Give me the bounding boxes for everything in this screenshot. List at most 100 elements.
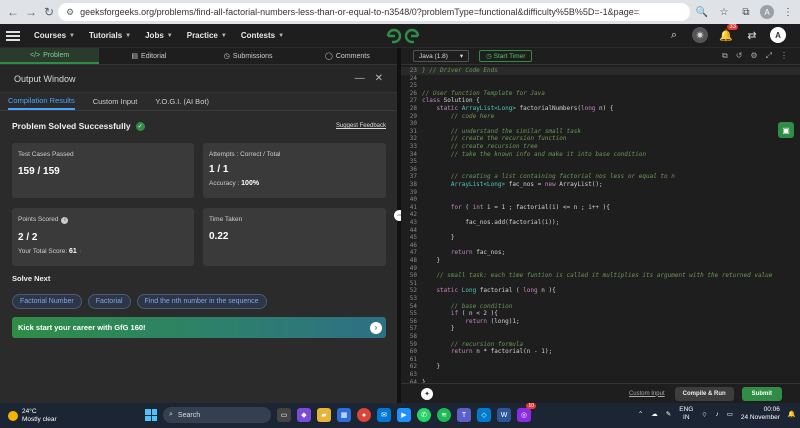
windows-start-icon[interactable] bbox=[145, 409, 157, 421]
code-line[interactable]: 60 return n * factorial(n - 1); bbox=[401, 348, 800, 356]
spotify-icon[interactable]: ≋ bbox=[437, 408, 451, 422]
user-avatar[interactable]: A bbox=[770, 27, 786, 43]
tab-yogi-ai-bot[interactable]: Y.O.G.I. (AI Bot) bbox=[155, 93, 209, 110]
nav-courses[interactable]: Courses ▼ bbox=[34, 31, 75, 40]
bell-icon[interactable]: 🔔 33 bbox=[718, 24, 738, 43]
chip-nth-number[interactable]: Find the nth number in the sequence bbox=[136, 294, 267, 309]
search-icon[interactable]: ⌕ bbox=[666, 27, 682, 43]
media-player-icon[interactable]: ▶ bbox=[397, 408, 411, 422]
code-line[interactable]: 52 static Long factorial ( long n ){ bbox=[401, 287, 800, 295]
code-line[interactable]: 40 bbox=[401, 196, 800, 204]
code-line[interactable]: 34 // take the known info and make it in… bbox=[401, 151, 800, 159]
code-line[interactable]: 35 bbox=[401, 158, 800, 166]
code-line[interactable]: 38 ArrayList<Long> fac_nos = new ArrayLi… bbox=[401, 181, 800, 189]
input-language[interactable]: ENG IN bbox=[679, 406, 693, 422]
zoom-icon[interactable]: 🔍 bbox=[694, 4, 710, 20]
code-line[interactable]: 39 bbox=[401, 189, 800, 197]
chrome-icon[interactable]: ● bbox=[357, 408, 371, 422]
promo-banner[interactable]: Kick start your career with GfG 160! › bbox=[12, 317, 386, 338]
reset-icon[interactable]: ↺ bbox=[736, 51, 743, 61]
word-icon[interactable]: W bbox=[497, 408, 511, 422]
code-line[interactable]: 33 // create recursion tree bbox=[401, 143, 800, 151]
gfg-logo[interactable] bbox=[385, 27, 421, 45]
tab-problem[interactable]: </> Problem bbox=[0, 48, 100, 64]
close-icon[interactable]: ✕ bbox=[375, 73, 383, 84]
code-line[interactable]: 61 bbox=[401, 356, 800, 364]
code-line[interactable]: 59 // recursion formula bbox=[401, 341, 800, 349]
hint-bulb-icon[interactable]: ✦ bbox=[421, 387, 433, 400]
code-line[interactable]: 58 bbox=[401, 333, 800, 341]
minimize-icon[interactable]: — bbox=[355, 73, 365, 84]
nav-practice[interactable]: Practice ▼ bbox=[187, 31, 227, 40]
teams-icon[interactable]: T bbox=[457, 408, 471, 422]
code-line[interactable]: 32 // create the recursion function bbox=[401, 135, 800, 143]
profile-avatar[interactable]: A bbox=[760, 5, 774, 19]
code-line[interactable]: 24 bbox=[401, 75, 800, 83]
task-view-icon[interactable]: ▭ bbox=[277, 408, 291, 422]
wifi-icon[interactable]: ⌔ bbox=[701, 410, 707, 419]
settings-icon[interactable]: ⚙ bbox=[750, 51, 757, 61]
code-line[interactable]: 48 } bbox=[401, 257, 800, 265]
pen-icon[interactable]: ✎ bbox=[666, 410, 671, 418]
address-bar[interactable]: ⚙ geeksforgeeks.org/problems/find-all-fa… bbox=[58, 3, 690, 21]
code-line[interactable]: 62 } bbox=[401, 363, 800, 371]
tab-editorial[interactable]: ▤ Editorial bbox=[99, 48, 198, 64]
bookmark-star-icon[interactable]: ☆ bbox=[716, 4, 732, 20]
back-icon[interactable]: ← bbox=[4, 3, 22, 21]
code-line[interactable]: 43 fac_nos.add(factorial(i)); bbox=[401, 219, 800, 227]
code-line[interactable]: 46 bbox=[401, 242, 800, 250]
code-line[interactable]: 55 if ( n < 2 ){ bbox=[401, 310, 800, 318]
code-line[interactable]: 41 for ( int i = 1 ; factorial(i) <= n ;… bbox=[401, 204, 800, 212]
code-line[interactable]: 23} // Driver Code Ends bbox=[401, 67, 800, 75]
extensions-icon[interactable]: ⧉ bbox=[738, 4, 754, 20]
code-line[interactable]: 26 // User function Template for Java bbox=[401, 90, 800, 98]
code-line[interactable]: 27 class Solution { bbox=[401, 97, 800, 105]
chevron-up-icon[interactable]: ⌃ bbox=[638, 410, 643, 418]
code-editor[interactable]: 23} // Driver Code Ends 24 25 26 // User fun… bbox=[401, 65, 800, 383]
chip-factorial[interactable]: Factorial bbox=[87, 294, 131, 309]
mail-icon[interactable]: ✉ bbox=[377, 408, 391, 422]
hamburger-menu-icon[interactable] bbox=[6, 30, 20, 41]
code-line[interactable]: 42 bbox=[401, 211, 800, 219]
tab-compilation-results[interactable]: Compilation Results bbox=[8, 93, 75, 110]
code-line[interactable]: 25 bbox=[401, 82, 800, 90]
chip-factorial-number[interactable]: Factorial Number bbox=[12, 294, 82, 309]
arrow-right-icon[interactable]: › bbox=[370, 321, 382, 334]
code-line[interactable]: 47 return fac_nos; bbox=[401, 249, 800, 257]
vscode-icon[interactable]: ◇ bbox=[477, 408, 491, 422]
tab-submissions[interactable]: ◷ Submissions bbox=[199, 48, 298, 64]
code-line[interactable]: 56 return (long)1; bbox=[401, 318, 800, 326]
onedrive-icon[interactable]: ☁ bbox=[651, 410, 658, 418]
copilot-icon[interactable]: ◆ bbox=[297, 408, 311, 422]
theme-toggle-icon[interactable]: ✷ bbox=[692, 27, 708, 43]
weather-widget[interactable]: 24°C Mostly clear bbox=[8, 408, 57, 424]
compile-run-button[interactable]: Compile & Run bbox=[674, 386, 734, 401]
start-timer-button[interactable]: ◷ Start Timer bbox=[479, 50, 533, 62]
code-line[interactable]: 49 bbox=[401, 265, 800, 273]
volume-icon[interactable]: ♪ bbox=[715, 411, 718, 418]
notification-bell-icon[interactable]: 🔔 bbox=[788, 410, 796, 418]
menu-dots-icon[interactable]: ⋮ bbox=[780, 4, 796, 20]
suggest-feedback-link[interactable]: Suggest Feedback bbox=[336, 123, 386, 129]
battery-icon[interactable]: ▭ bbox=[727, 410, 733, 418]
tab-comments[interactable]: ◯ Comments bbox=[298, 48, 397, 64]
chat-icon[interactable]: ▣ bbox=[778, 122, 794, 138]
code-line[interactable]: 51 bbox=[401, 280, 800, 288]
forward-icon[interactable]: → bbox=[22, 3, 40, 21]
code-line[interactable]: 29 // code here bbox=[401, 113, 800, 121]
info-icon[interactable]: i bbox=[61, 217, 69, 224]
code-line[interactable]: 37 // creating a list containing factori… bbox=[401, 173, 800, 181]
language-select[interactable]: Java (1.8) ▾ bbox=[413, 50, 470, 62]
site-info-icon[interactable]: ⚙ bbox=[66, 7, 74, 18]
file-explorer-icon[interactable]: ▰ bbox=[317, 408, 331, 422]
code-line[interactable]: 54 // base condition bbox=[401, 303, 800, 311]
tab-custom-input[interactable]: Custom Input bbox=[93, 93, 138, 110]
notifications-app-icon[interactable]: ◎ 10 bbox=[517, 403, 536, 422]
taskbar-search[interactable]: ⌕ Search bbox=[163, 407, 271, 423]
store-icon[interactable]: ▦ bbox=[337, 408, 351, 422]
code-line[interactable]: 36 bbox=[401, 166, 800, 174]
nav-contests[interactable]: Contests ▼ bbox=[241, 31, 284, 40]
custom-input-link[interactable]: Custom Input bbox=[629, 391, 665, 397]
nav-tutorials[interactable]: Tutorials ▼ bbox=[89, 31, 131, 40]
translate-icon[interactable]: ⇄ bbox=[744, 27, 760, 43]
